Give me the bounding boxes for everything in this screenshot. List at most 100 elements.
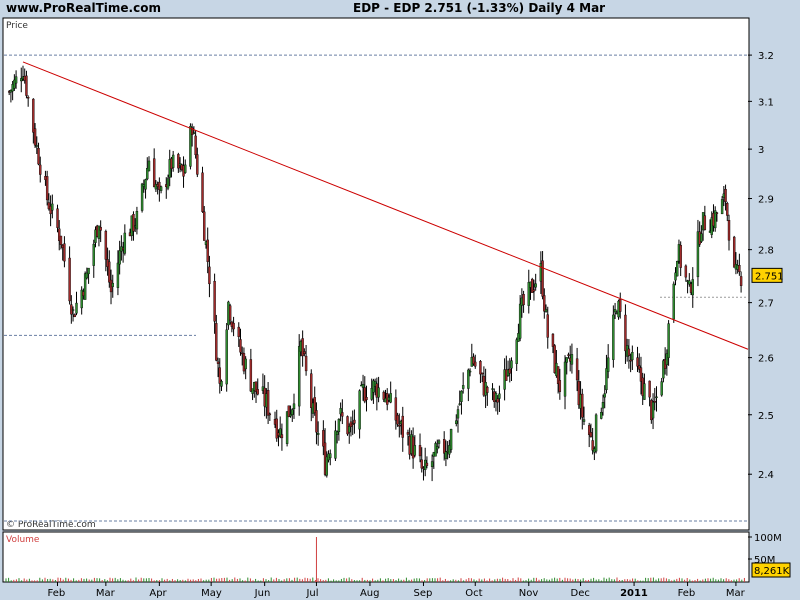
candle-body <box>684 265 688 278</box>
candle-body <box>461 385 465 389</box>
candle-body <box>700 233 703 242</box>
candle-body <box>249 359 253 392</box>
candle-body <box>679 244 682 268</box>
y-tick-label: 2.6 <box>758 354 774 365</box>
candle-body <box>486 387 489 393</box>
candle-body <box>720 199 724 215</box>
candle-body <box>594 414 598 452</box>
candle-body <box>655 396 658 399</box>
candle-body <box>351 423 354 425</box>
candle-body <box>111 282 114 287</box>
candle-body <box>377 387 380 398</box>
candle-body <box>732 236 736 268</box>
candle-body <box>206 239 209 262</box>
candle-body <box>166 178 170 189</box>
candle-body <box>589 432 593 437</box>
candle-body <box>37 147 40 165</box>
candle-body <box>546 314 549 338</box>
candle-body <box>353 419 356 424</box>
candle-body <box>116 262 120 288</box>
candle-body <box>727 220 731 241</box>
candle-body <box>118 250 121 265</box>
candle-body <box>25 75 28 96</box>
candle-body <box>468 370 472 373</box>
candle-body <box>329 453 332 459</box>
candle-body <box>496 398 499 403</box>
x-tick-label: Nov <box>519 588 539 599</box>
x-tick-label: Dec <box>571 588 590 599</box>
candle-body <box>104 230 108 260</box>
candle-body <box>216 361 220 364</box>
candle-body <box>648 380 651 398</box>
candle-body <box>297 346 301 407</box>
y-tick-label: 2.9 <box>758 195 774 206</box>
candle-body <box>613 309 617 313</box>
candle-body <box>304 355 308 372</box>
candle-body <box>232 322 235 330</box>
candle-body <box>337 419 341 433</box>
candle-body <box>152 158 156 188</box>
x-tick-label: Mar <box>96 588 116 599</box>
candle-body <box>660 381 663 396</box>
candle-body <box>256 389 259 395</box>
candle-body <box>194 135 197 156</box>
candle-body <box>460 390 463 402</box>
candle-body <box>724 189 727 202</box>
candle-body <box>215 323 218 361</box>
candle-body <box>442 439 446 454</box>
candle-body <box>508 368 511 374</box>
candle-body <box>581 393 584 418</box>
y-axis: 3.23.132.92.82.72.62.52.42.751100M50M8,2… <box>748 51 791 578</box>
candle-body <box>458 403 461 405</box>
candle-body <box>208 266 211 285</box>
volume-y-label: 100M <box>754 533 782 544</box>
candle-body <box>92 243 95 266</box>
candle-body <box>667 323 670 358</box>
candle-body <box>726 203 729 216</box>
candle-body <box>565 357 568 363</box>
candle-body <box>541 260 544 297</box>
candle-body <box>237 326 240 337</box>
candle-body <box>45 176 49 201</box>
candle-body <box>201 172 204 212</box>
candle-body <box>643 383 646 400</box>
candle-body <box>676 261 679 277</box>
x-tick-label: Feb <box>48 588 66 599</box>
candle-body <box>601 402 605 409</box>
candle-body <box>498 393 501 399</box>
candle-body <box>108 261 111 283</box>
candle-body <box>510 360 513 369</box>
candle-body <box>87 267 90 275</box>
y-tick-label: 2.4 <box>758 470 774 481</box>
candle-body <box>291 409 294 415</box>
candle-body <box>631 352 634 361</box>
candle-body <box>39 164 42 175</box>
candle-body <box>14 76 18 84</box>
candle-body <box>196 154 199 175</box>
candle-body <box>140 183 144 211</box>
candle-body <box>522 294 525 306</box>
x-tick-label: 2011 <box>620 588 648 599</box>
candle-body <box>401 415 404 438</box>
candle-body <box>315 410 318 433</box>
candle-body <box>147 160 151 172</box>
candle-body <box>715 212 719 214</box>
candle-body <box>228 305 232 321</box>
y-tick-label: 2.8 <box>758 246 774 257</box>
candle-body <box>56 208 59 228</box>
candle-body <box>651 401 655 419</box>
candle-body <box>398 424 401 427</box>
candle-body <box>563 361 567 397</box>
x-tick-label: May <box>201 588 222 599</box>
candle-body <box>691 279 694 296</box>
candle-body <box>213 280 216 322</box>
price-panel <box>2 17 750 531</box>
candle-body <box>606 357 610 372</box>
candle-body <box>310 373 313 408</box>
candle-body <box>51 203 54 211</box>
candle-body <box>425 462 429 466</box>
candle-body <box>703 215 707 230</box>
candle-body <box>135 211 139 230</box>
candle-body <box>335 431 339 435</box>
candle-body <box>32 98 35 133</box>
